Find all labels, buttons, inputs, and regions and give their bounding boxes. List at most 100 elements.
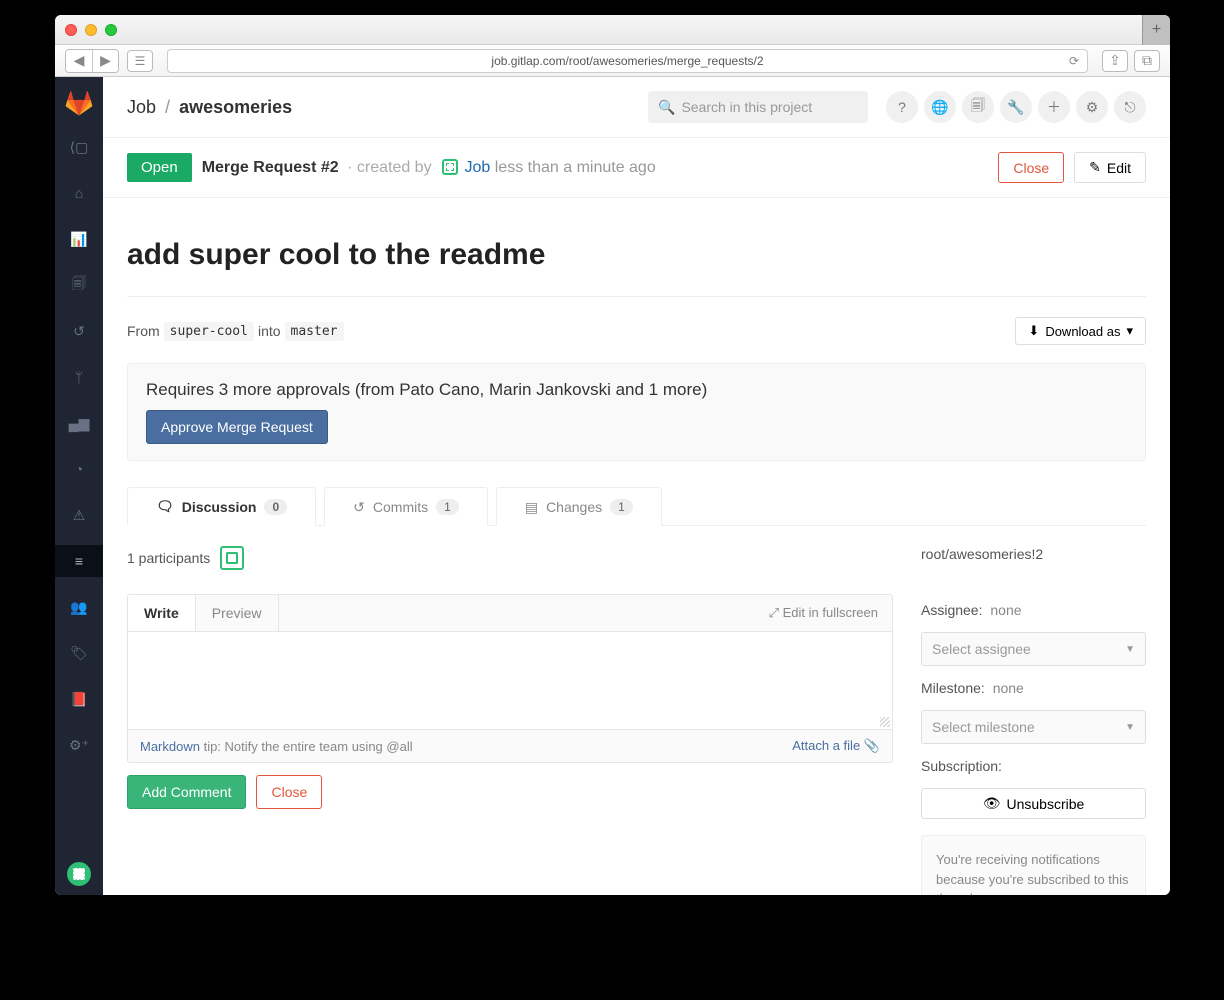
caret-down-icon: ▼ <box>1125 644 1135 655</box>
unsubscribe-label: Unsubscribe <box>1006 796 1084 812</box>
edit-label: Edit <box>1107 160 1131 176</box>
nav-files-icon[interactable]: 🗐 <box>55 269 103 301</box>
tab-changes-count: 1 <box>610 499 633 515</box>
subscription-label: Subscription: <box>921 758 1002 774</box>
resize-handle-icon[interactable] <box>880 717 890 727</box>
globe-icon[interactable]: 🌐 <box>924 91 956 123</box>
close-comment-button[interactable]: Close <box>256 775 322 809</box>
reload-icon[interactable]: ⟳ <box>1069 54 1079 68</box>
assignee-select[interactable]: Select assignee ▼ <box>921 632 1146 666</box>
nav-wiki-icon[interactable]: 📕 <box>55 683 103 715</box>
divider <box>127 296 1146 297</box>
approve-button[interactable]: Approve Merge Request <box>146 410 328 444</box>
search-icon: 🔍 <box>658 99 675 116</box>
nav-back-icon[interactable]: ⟨▢ <box>55 131 103 163</box>
download-label: Download as <box>1045 324 1120 339</box>
nav-activity-icon[interactable]: 📊 <box>55 223 103 255</box>
browser-toolbar: ◀ ▶ ☰ job.gitlap.com/root/awesomeries/me… <box>55 45 1170 77</box>
download-icon: ⬇ <box>1028 323 1039 339</box>
window-minimize-icon[interactable] <box>85 24 97 36</box>
breadcrumb-separator: / <box>165 97 170 117</box>
tabs-icon[interactable]: ⧉ <box>1134 50 1160 72</box>
add-comment-button[interactable]: Add Comment <box>127 775 246 809</box>
nav-branches-icon[interactable]: ᛘ <box>55 361 103 393</box>
mr-number: Merge Request #2 <box>202 159 339 176</box>
new-icon[interactable]: ＋ <box>1038 91 1070 123</box>
tab-changes[interactable]: ▤ Changes 1 <box>496 487 662 526</box>
comment-textarea[interactable] <box>128 632 892 724</box>
created-by-label: · created by <box>347 159 431 176</box>
admin-gear-icon[interactable]: ⚙ <box>1076 91 1108 123</box>
wrench-icon[interactable]: 🔧 <box>1000 91 1032 123</box>
edit-mr-button[interactable]: ✎ Edit <box>1074 152 1146 183</box>
new-tab-button[interactable]: + <box>1142 15 1170 45</box>
logout-icon[interactable]: ⎋ <box>1114 91 1146 123</box>
mr-meta: Merge Request #2 · created by Job less t… <box>202 159 656 177</box>
page-title: add super cool to the readme <box>127 238 1146 272</box>
user-avatar-icon[interactable] <box>66 861 92 887</box>
markdown-tip: tip: Notify the entire team using @all <box>200 739 413 754</box>
content: add super cool to the readme From super-… <box>103 198 1170 895</box>
back-button[interactable]: ◀ <box>66 50 92 72</box>
target-branch: master <box>285 322 344 341</box>
help-icon[interactable]: ? <box>886 91 918 123</box>
nav-members-icon[interactable]: 👥 <box>55 591 103 623</box>
top-bar: Job / awesomeries 🔍 Search in this proje… <box>103 77 1170 138</box>
author-link[interactable]: Job <box>464 159 490 176</box>
fullscreen-label: Edit in fullscreen <box>783 605 878 620</box>
mr-tabs: 🗨 Discussion 0 ↺ Commits 1 ▤ Changes 1 <box>127 487 1146 526</box>
tab-commits[interactable]: ↺ Commits 1 <box>324 487 488 526</box>
window-zoom-icon[interactable] <box>105 24 117 36</box>
traffic-lights <box>65 24 117 36</box>
created-ago: less than a minute ago <box>495 159 656 176</box>
nav-home-icon[interactable]: ⌂ <box>55 177 103 209</box>
nav-graphs-icon[interactable]: ▄▆ <box>55 407 103 439</box>
breadcrumb-group[interactable]: Job <box>127 97 156 117</box>
tab-commits-label: Commits <box>373 499 428 515</box>
approval-box: Requires 3 more approvals (from Pato Can… <box>127 363 1146 461</box>
nav-labels-icon[interactable]: 🏷 <box>55 637 103 669</box>
diff-icon: ▤ <box>525 499 538 516</box>
pencil-icon: ✎ <box>1089 159 1101 176</box>
nav-settings-icon[interactable]: ⚙⁺ <box>55 729 103 761</box>
search-input[interactable]: 🔍 Search in this project <box>648 91 868 123</box>
unsubscribe-button[interactable]: 👁 Unsubscribe <box>921 788 1146 819</box>
attach-file-button[interactable]: Attach a file 📎 <box>792 738 880 754</box>
close-mr-button[interactable]: Close <box>998 152 1064 183</box>
nav-issues-icon[interactable]: ⚠ <box>55 499 103 531</box>
comment-tab-preview[interactable]: Preview <box>196 595 279 631</box>
share-icon[interactable]: ⇪ <box>1102 50 1128 72</box>
tab-discussion[interactable]: 🗨 Discussion 0 <box>127 487 316 526</box>
browser-window: + ◀ ▶ ☰ job.gitlap.com/root/awesomeries/… <box>55 15 1170 895</box>
app-body: ⟨▢ ⌂ 📊 🗐 ↺ ᛘ ▄▆ ◔ ⚠ ≡ 👥 🏷 📕 ⚙⁺ Job <box>55 77 1170 895</box>
nav-history-icon[interactable]: ↺ <box>55 315 103 347</box>
tab-discussion-label: Discussion <box>182 499 257 515</box>
nav-milestones-icon[interactable]: ◔ <box>55 453 103 485</box>
edit-fullscreen-button[interactable]: ⤢ Edit in fullscreen <box>755 595 892 631</box>
subscription-note: You're receiving notifications because y… <box>921 835 1146 895</box>
gitlab-logo-icon[interactable] <box>65 89 93 117</box>
nav-merge-requests-icon[interactable]: ≡ <box>55 545 103 577</box>
window-titlebar: + <box>55 15 1170 45</box>
participant-avatar[interactable] <box>220 546 244 570</box>
window-close-icon[interactable] <box>65 24 77 36</box>
url-text: job.gitlap.com/root/awesomeries/merge_re… <box>491 54 763 68</box>
download-as-button[interactable]: ⬇ Download as ▾ <box>1015 317 1146 345</box>
comment-tab-write[interactable]: Write <box>128 595 196 631</box>
assignee-placeholder: Select assignee <box>932 641 1031 657</box>
tab-discussion-count: 0 <box>264 499 287 515</box>
status-badge: Open <box>127 153 192 182</box>
forward-button[interactable]: ▶ <box>92 50 118 72</box>
mr-sidebar: root/awesomeries!2 Assignee: none Select… <box>921 546 1146 895</box>
markdown-link[interactable]: Markdown <box>140 739 200 754</box>
sidebar-toggle-icon[interactable]: ☰ <box>127 50 153 72</box>
copy-icon[interactable]: 🗐 <box>962 91 994 123</box>
breadcrumb-project[interactable]: awesomeries <box>179 97 292 117</box>
eye-icon: 👁 <box>983 795 1001 812</box>
milestone-placeholder: Select milestone <box>932 719 1035 735</box>
milestone-label: Milestone: <box>921 680 985 696</box>
address-bar[interactable]: job.gitlap.com/root/awesomeries/merge_re… <box>167 49 1088 73</box>
from-label: From <box>127 323 160 339</box>
milestone-select[interactable]: Select milestone ▼ <box>921 710 1146 744</box>
into-label: into <box>258 323 281 339</box>
